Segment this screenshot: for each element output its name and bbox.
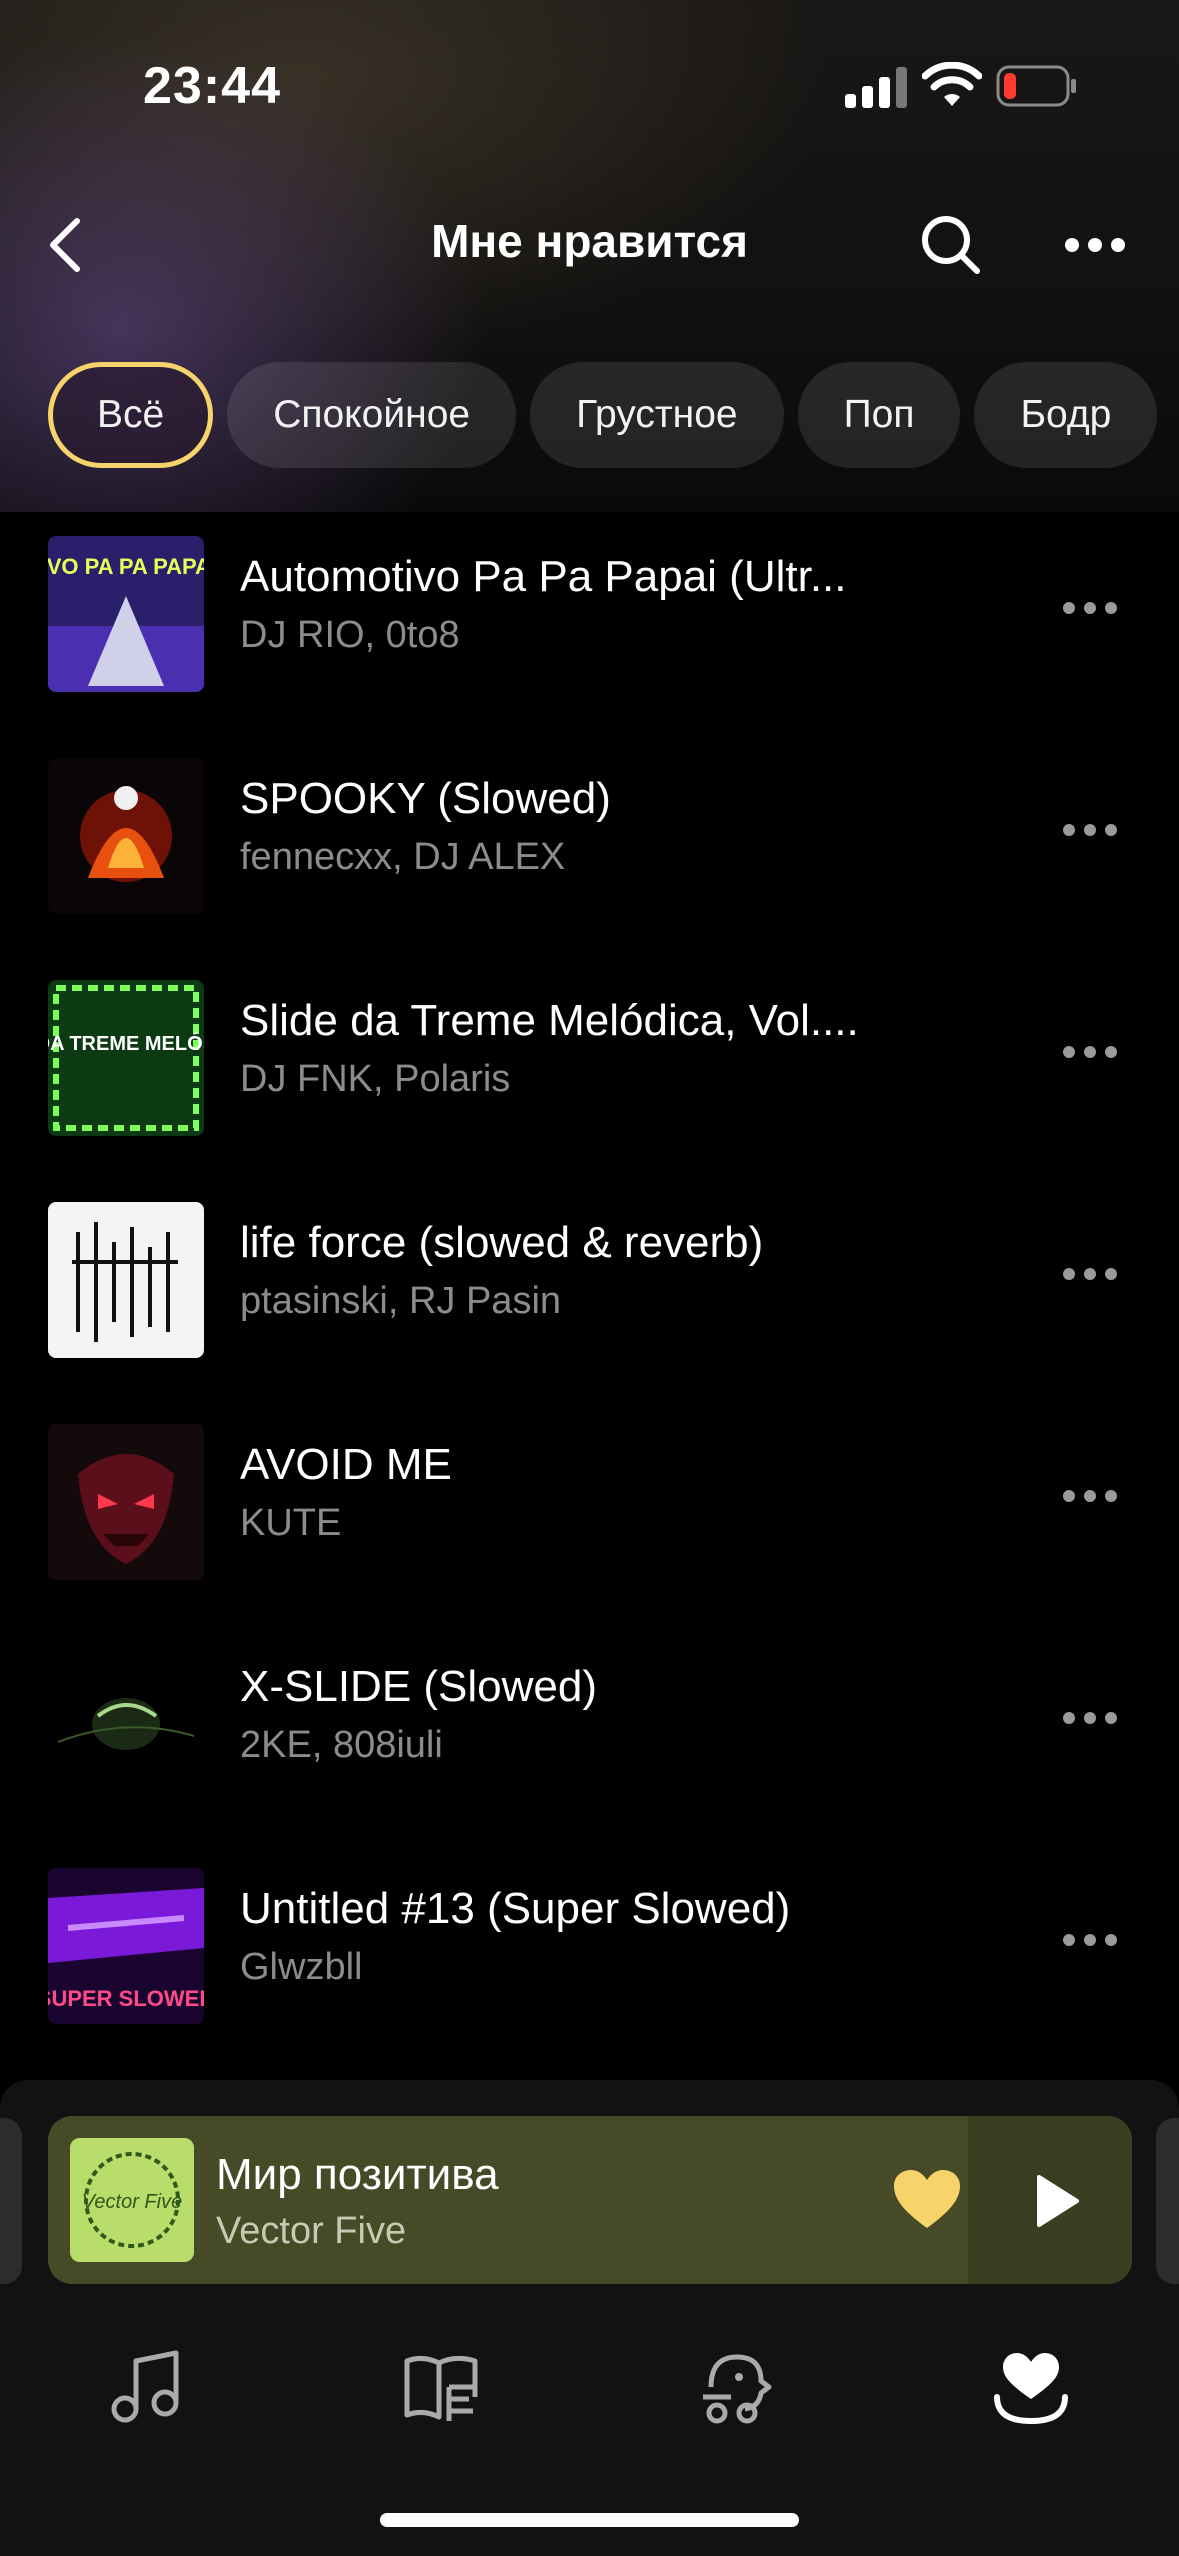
track-more-button[interactable]: [1040, 1244, 1140, 1304]
more-horizontal-icon: [1063, 1490, 1117, 1502]
tab-kids[interactable]: [690, 2342, 780, 2432]
home-indicator: [380, 2513, 799, 2527]
previous-card-peek[interactable]: [0, 2118, 22, 2284]
more-horizontal-icon: [1063, 602, 1117, 614]
play-button[interactable]: [1022, 2166, 1092, 2236]
wifi-icon: [922, 62, 982, 106]
track-artist: 2KE, 808iuli: [240, 1724, 443, 1766]
collection-heart-icon: [994, 2353, 1068, 2425]
track-title: AVOID ME: [240, 1440, 452, 1489]
track-row[interactable]: SLIDE DA TREME MELÓDICA V2 Slide da Trem…: [0, 956, 1179, 1178]
filter-chip-energetic[interactable]: Бодр: [974, 362, 1158, 468]
track-row[interactable]: X-SLIDE (Slowed) 2KE, 808iuli: [0, 1622, 1179, 1844]
track-more-button[interactable]: [1040, 1910, 1140, 1970]
play-icon: [1037, 2175, 1079, 2227]
cover-text: SLIDE DA TREME MELÓDICA V2: [48, 1031, 204, 1055]
more-options-button[interactable]: [1055, 210, 1135, 280]
now-playing-cover: Vector Five: [70, 2138, 194, 2262]
track-title: life force (slowed & reverb): [240, 1218, 764, 1267]
status-time: 23:44: [143, 57, 281, 115]
battery-low-icon: [996, 65, 1076, 107]
album-cover: [48, 1646, 204, 1802]
filter-chip-sad[interactable]: Грустное: [530, 362, 784, 468]
cover-text: Vector Five: [82, 2191, 182, 2213]
filter-chip-calm[interactable]: Спокойное: [227, 362, 517, 468]
more-horizontal-icon: [1065, 238, 1125, 252]
track-title: SPOOKY (Slowed): [240, 774, 611, 823]
more-horizontal-icon: [1063, 1268, 1117, 1280]
search-button[interactable]: [912, 206, 990, 284]
track-artist: DJ FNK, Polaris: [240, 1058, 511, 1100]
track-row[interactable]: AUTOMOTIVO PA PA PAPAI REMIXES Automotiv…: [0, 512, 1179, 734]
cover-text: AUTOMOTIVO PA PA PAPAI REMIXES: [48, 554, 204, 579]
next-card-peek[interactable]: [1156, 2118, 1179, 2284]
album-cover: [48, 758, 204, 914]
track-more-button[interactable]: [1040, 578, 1140, 638]
tab-bar: [0, 2310, 1179, 2460]
track-title: Untitled #13 (Super Slowed): [240, 1884, 791, 1933]
album-cover: AUTOMOTIVO PA PA PAPAI REMIXES: [48, 536, 204, 692]
now-playing-title: Мир позитива: [216, 2150, 499, 2199]
track-more-button[interactable]: [1040, 800, 1140, 860]
more-horizontal-icon: [1063, 1934, 1117, 1946]
book-icon: [404, 2355, 478, 2421]
tab-books[interactable]: [396, 2342, 486, 2432]
mood-filter-chips: Всё Спокойное Грустное Поп Бодр: [48, 362, 1158, 472]
track-row[interactable]: life force (slowed & reverb) ptasinski, …: [0, 1178, 1179, 1400]
tab-collection[interactable]: [986, 2342, 1076, 2432]
track-artist: ptasinski, RJ Pasin: [240, 1280, 562, 1322]
track-title: X-SLIDE (Slowed): [240, 1662, 598, 1711]
now-playing-artist: Vector Five: [216, 2210, 407, 2252]
track-row[interactable]: AVOID ME KUTE: [0, 1400, 1179, 1622]
filter-chip-pop[interactable]: Поп: [797, 362, 961, 468]
album-cover: [48, 1202, 204, 1358]
track-artist: DJ RIO, 0to8: [240, 614, 460, 656]
track-artist: fennecxx, DJ ALEX: [240, 836, 566, 878]
music-note-icon: [111, 2350, 179, 2423]
cellular-signal-icon: [845, 67, 907, 108]
track-more-button[interactable]: [1040, 1022, 1140, 1082]
track-more-button[interactable]: [1040, 1688, 1140, 1748]
status-bar: 23:44: [0, 0, 1179, 170]
track-more-button[interactable]: [1040, 1466, 1140, 1526]
mini-player[interactable]: Vector Five Мир позитива Vector Five: [48, 2116, 1132, 2284]
more-horizontal-icon: [1063, 824, 1117, 836]
like-heart-icon[interactable]: [892, 2168, 962, 2232]
filter-chip-all[interactable]: Всё: [48, 362, 214, 468]
track-title: Slide da Treme Melódica, Vol....: [240, 996, 859, 1045]
page-header: Мне нравится: [0, 190, 1179, 300]
tab-music[interactable]: [100, 2342, 190, 2432]
more-horizontal-icon: [1063, 1712, 1117, 1724]
more-horizontal-icon: [1063, 1046, 1117, 1058]
search-icon: [922, 216, 980, 274]
album-cover: SUPER SLOWED: [48, 1868, 204, 2024]
cover-text: SUPER SLOWED: [48, 1986, 204, 2011]
kids-icon: [703, 2354, 772, 2424]
track-artist: Glwzbll: [240, 1946, 363, 1988]
page-title: Мне нравится: [431, 215, 748, 267]
track-row[interactable]: SUPER SLOWED Untitled #13 (Super Slowed)…: [0, 1844, 1179, 2066]
album-cover: [48, 1424, 204, 1580]
track-row[interactable]: SPOOKY (Slowed) fennecxx, DJ ALEX: [0, 734, 1179, 956]
album-cover: SLIDE DA TREME MELÓDICA V2: [48, 980, 204, 1136]
track-artist: KUTE: [240, 1502, 342, 1544]
track-title: Automotivo Pa Pa Papai (Ultr...: [240, 552, 847, 601]
